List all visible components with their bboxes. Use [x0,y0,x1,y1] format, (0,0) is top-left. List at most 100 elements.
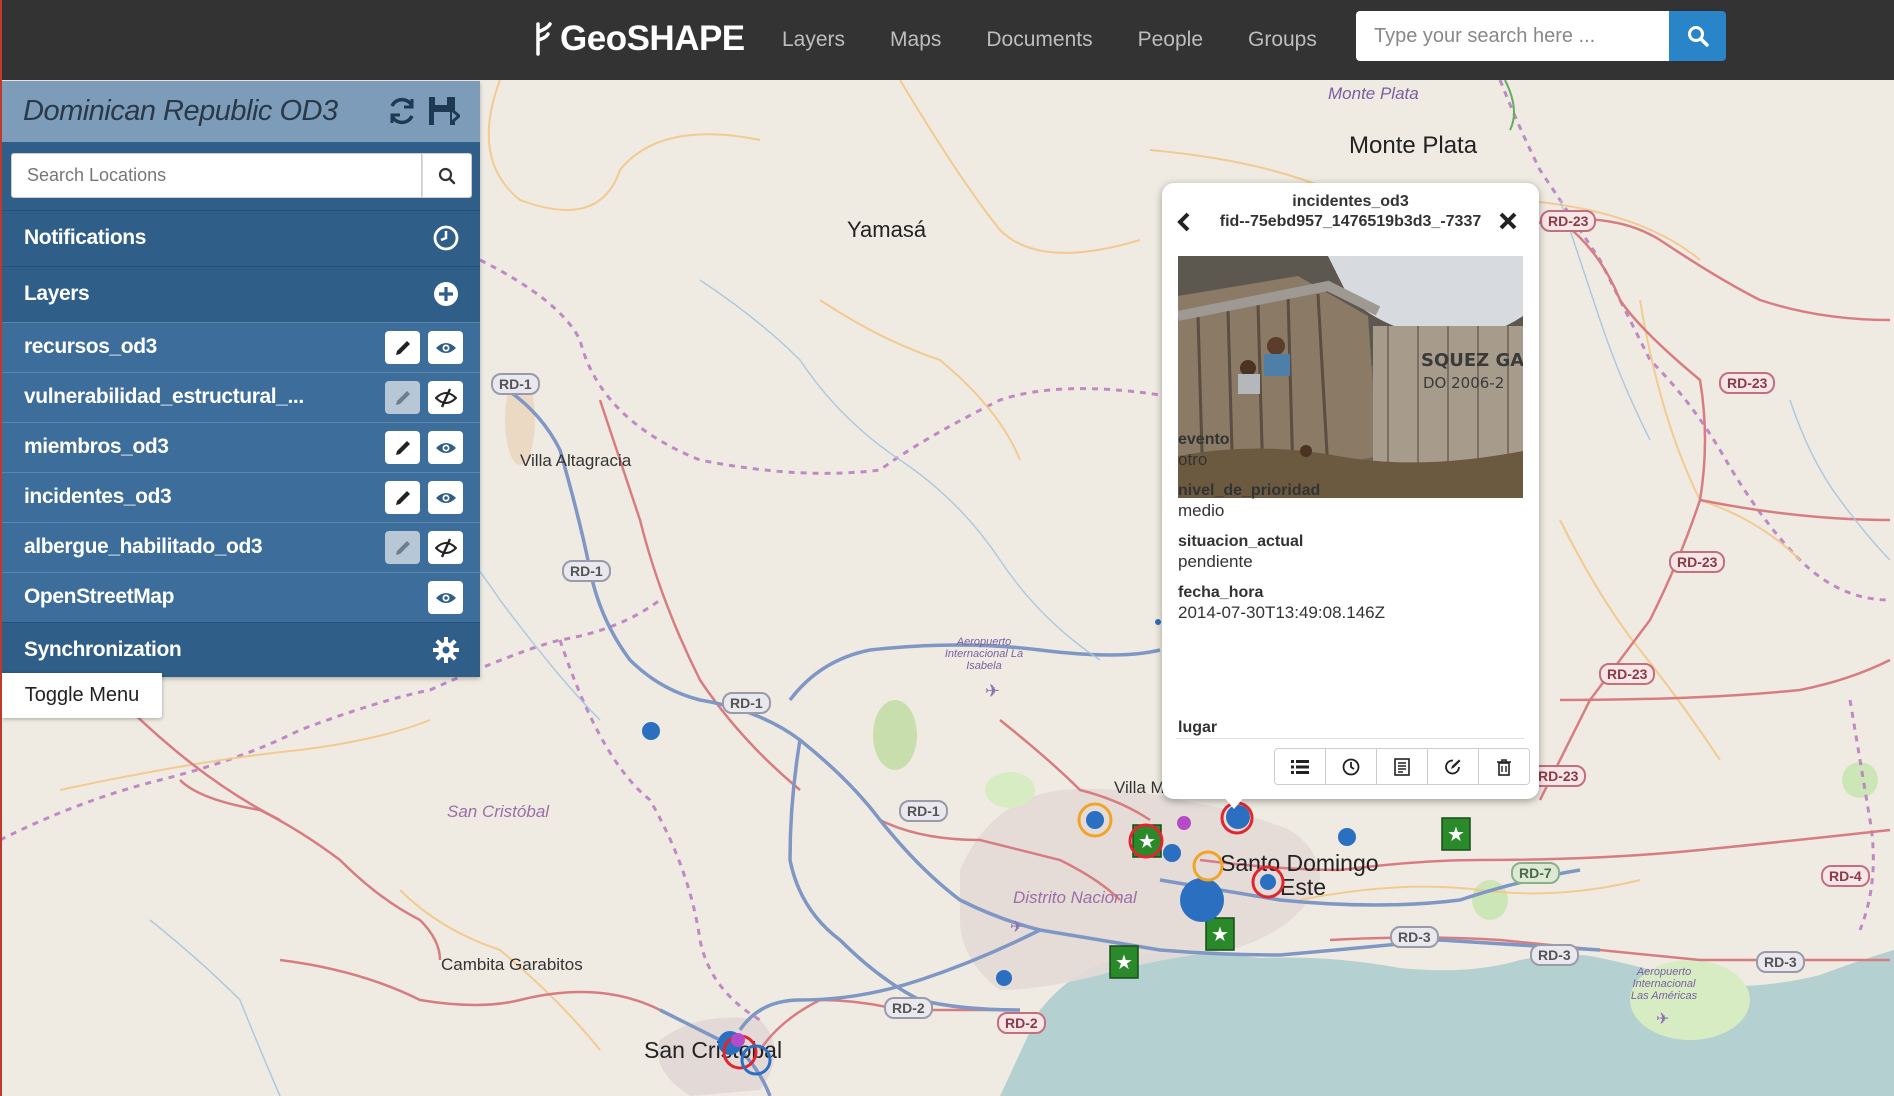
eye-slash-icon [434,538,457,557]
refresh-icon[interactable] [385,94,419,128]
layer-row-albergue[interactable]: albergue_habilitado_od3 [2,522,480,572]
nav-layers[interactable]: Layers [782,28,845,52]
edit-layer-button[interactable] [385,331,420,364]
nav-documents[interactable]: Documents [986,28,1092,52]
field-value: 2014-07-30T13:49:08.146Z [1178,603,1385,622]
shelter-marker-icon[interactable]: ★ [1109,945,1139,979]
clock-icon[interactable] [432,224,460,252]
field-situacion-actual: situacion_actual pendiente [1178,533,1303,572]
global-search-input[interactable] [1356,11,1669,61]
synchronization-label: Synchronization [24,638,182,661]
add-layer-icon[interactable] [432,280,460,308]
layers-row[interactable]: Layers [2,266,480,322]
chevron-left-icon[interactable] [1176,211,1192,233]
field-evento: evento otro [1178,431,1230,470]
close-icon[interactable] [1499,211,1517,231]
location-search-input[interactable] [11,153,422,198]
brand-name: GeoSHAPE [560,19,745,58]
edit-layer-button[interactable] [385,381,420,414]
global-search-button[interactable] [1669,11,1726,61]
incident-photo[interactable]: SQUEZ GA DO 2006-2 [1178,256,1523,498]
notifications-row[interactable]: Notifications [2,210,480,266]
airport-icon: ✈ [1010,917,1023,936]
nav-groups[interactable]: Groups [1248,28,1317,52]
edit-feature-button[interactable] [1428,749,1479,784]
pencil-icon [395,390,410,405]
field-nivel-de-prioridad: nivel_de_prioridad medio [1178,482,1320,521]
flood-photo-image: SQUEZ GA DO 2006-2 [1178,256,1523,498]
gear-icon[interactable] [432,636,460,664]
toggle-visibility-button[interactable] [428,581,463,614]
field-key: situacion_actual [1178,533,1304,550]
delete-feature-button[interactable] [1479,749,1529,784]
pencil-icon [395,440,410,455]
notifications-label: Notifications [24,226,146,249]
svg-text:★: ★ [1447,822,1465,846]
popup-layer-name: incidentes_od3 [1292,193,1409,210]
layer-name: incidentes_od3 [24,485,172,508]
field-key: nivel_de_prioridad [1178,482,1321,499]
member-marker-icon[interactable] [1177,816,1191,830]
layer-panel: Dominican Republic OD3 Notifications [2,81,480,677]
top-navbar: GeoSHAPE Layers Maps Documents People Gr… [0,0,1894,80]
incident-marker-icon[interactable] [996,970,1012,986]
window-edge [0,0,2,1096]
layers-label: Layers [24,282,90,305]
history-icon [1342,758,1360,775]
location-search-button[interactable] [422,153,472,198]
layer-row-incidentes[interactable]: incidentes_od3 [2,472,480,522]
toggle-menu-button[interactable]: Toggle Menu [2,673,162,718]
global-search [1356,11,1727,61]
layer-row-openstreetmap[interactable]: OpenStreetMap [2,572,480,622]
toggle-visibility-button[interactable] [428,431,463,464]
brand-logo[interactable]: GeoSHAPE [532,14,745,64]
layer-row-recursos[interactable]: recursos_od3 [2,322,480,372]
toggle-visibility-button[interactable] [428,381,463,414]
photo-sign-text: DO 2006-2 [1423,374,1504,392]
field-key: lugar [1178,719,1218,736]
incident-marker-icon[interactable] [1163,844,1181,862]
layer-row-miembros[interactable]: miembros_od3 [2,422,480,472]
panel-header: Dominican Republic OD3 [2,81,480,142]
incident-marker-icon[interactable] [642,722,660,740]
edit-icon [1445,759,1461,774]
popup-divider [1176,738,1524,739]
layer-row-vulnerabilidad[interactable]: vulnerabilidad_estructural_... [2,372,480,422]
toggle-visibility-button[interactable] [428,531,463,564]
edit-layer-button[interactable] [385,531,420,564]
save-map-icon[interactable] [426,94,460,128]
member-marker-icon[interactable] [731,1033,745,1047]
eye-icon [435,592,456,603]
layer-name: recursos_od3 [24,335,157,358]
field-lugar: lugar [1178,719,1217,738]
shelter-marker-icon[interactable]: ★ [1441,817,1471,851]
edit-layer-button[interactable] [385,481,420,514]
show-attributes-button[interactable] [1275,749,1326,784]
location-search-bar [2,142,480,210]
list-icon [1291,759,1309,774]
edit-layer-button[interactable] [385,431,420,464]
incident-cluster-icon[interactable] [1180,878,1224,922]
svg-text:★: ★ [1115,950,1133,974]
show-history-button[interactable] [1326,749,1377,784]
nav-people[interactable]: People [1138,28,1203,52]
document-icon [1394,757,1410,776]
incident-marker-icon[interactable] [1338,828,1356,846]
toggle-visibility-button[interactable] [428,481,463,514]
eye-slash-icon [434,388,457,407]
shelter-marker-icon[interactable]: ★ [1205,917,1235,951]
eye-icon [435,342,456,353]
svg-text:★: ★ [1138,829,1156,853]
nav-maps[interactable]: Maps [890,28,941,52]
show-document-button[interactable] [1377,749,1428,784]
toggle-visibility-button[interactable] [428,331,463,364]
geoshape-logo-icon [536,22,552,56]
layer-name: albergue_habilitado_od3 [24,535,263,558]
field-value: medio [1178,501,1225,520]
svg-text:★: ★ [1211,922,1229,946]
resource-marker-icon[interactable] [1192,850,1224,882]
field-value: pendiente [1178,552,1253,571]
synchronization-row[interactable]: Synchronization [2,622,480,677]
layer-name: vulnerabilidad_estructural_... [24,385,304,408]
pencil-icon [395,540,410,555]
